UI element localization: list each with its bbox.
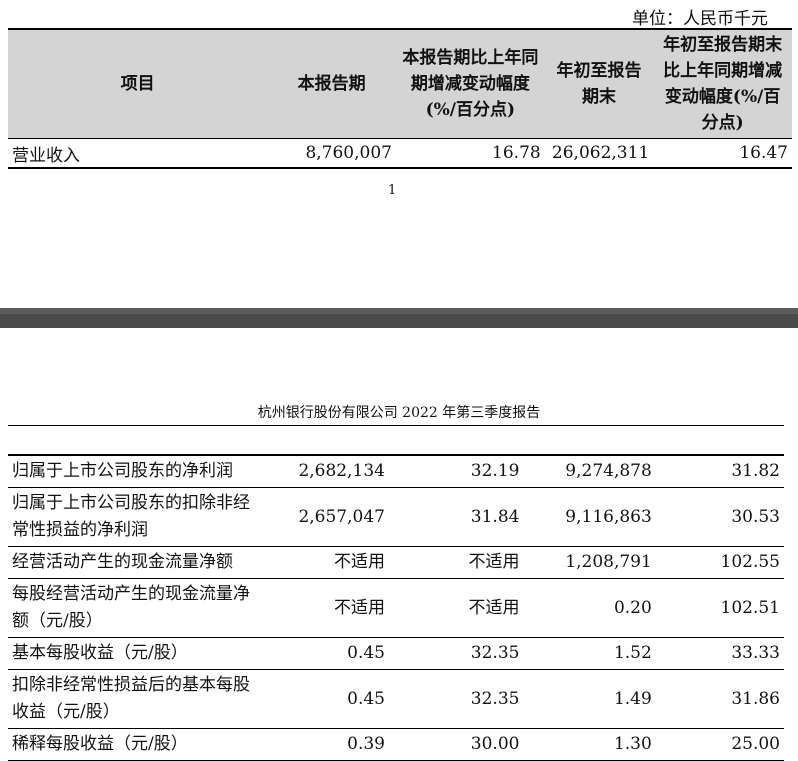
page-number: 1 <box>388 183 397 198</box>
table-row: 扣除非经常性损益后的基本每股收益（元/股） 0.45 32.35 1.49 31.86 <box>8 669 784 729</box>
page-gap-divider <box>0 308 798 328</box>
row-item: 经营活动产生的现金流量净额 <box>8 546 255 579</box>
table-row: 经营活动产生的现金流量净额 不适用 不适用 1,208,791 102.55 <box>8 546 784 579</box>
row-item: 归属于上市公司股东的净利润 <box>8 455 255 488</box>
table-row: 每股经营活动产生的现金流量净额（元/股） 不适用 不适用 0.20 102.51 <box>8 578 784 638</box>
header-ytd: 年初至报告期末 <box>544 28 654 139</box>
header-change: 本报告期比上年同期增减变动幅度(%/百分点) <box>395 28 545 139</box>
row-ytd-change: 31.82 <box>655 455 784 488</box>
table-row: 归属于上市公司股东的净利润 2,682,134 32.19 9,274,878 31.8… <box>8 455 784 488</box>
row-ytd: 9,274,878 <box>523 455 656 488</box>
row-ytd: 1,208,791 <box>523 546 656 579</box>
row-current: 0.45 <box>254 669 389 729</box>
row-current: 0.45 <box>254 637 389 670</box>
row-change: 不适用 <box>388 546 524 579</box>
row-item: 每股经营活动产生的现金流量净额（元/股） <box>8 578 255 638</box>
table-header-row: 项目 本报告期 本报告期比上年同期增减变动幅度(%/百分点) 年初至报告期末 年… <box>8 28 792 139</box>
row-ytd: 0.20 <box>523 578 656 638</box>
row-ytd: 1.49 <box>523 669 656 729</box>
row-ytd: 9,116,863 <box>523 487 656 547</box>
row-ytd-change: 25.00 <box>655 728 784 761</box>
row-change: 30.00 <box>388 728 524 761</box>
page-2: 杭州银行股份有限公司 2022 年第三季度报告 归属于上市公司股东的净利润 2,6… <box>0 328 798 761</box>
table-row: 基本每股收益（元/股） 0.45 32.35 1.52 33.33 <box>8 637 784 670</box>
row-item: 营业收入 <box>8 138 268 169</box>
row-ytd-change: 102.51 <box>655 578 784 638</box>
table-row: 营业收入 8,760,007 16.78 26,062,311 16.47 <box>8 138 792 169</box>
row-ytd: 1.30 <box>523 728 656 761</box>
row-change: 不适用 <box>388 578 524 638</box>
row-item: 扣除非经常性损益后的基本每股收益（元/股） <box>8 669 255 729</box>
row-ytd-change: 16.47 <box>653 138 792 169</box>
header-current-period: 本报告期 <box>267 28 396 139</box>
row-ytd-change: 33.33 <box>655 637 784 670</box>
row-item: 归属于上市公司股东的扣除非经常性损益的净利润 <box>8 487 255 547</box>
row-change: 32.19 <box>388 455 524 488</box>
header-item: 项目 <box>8 28 268 139</box>
header-ytd-change: 年初至报告期末比上年同期增减变动幅度(%/百分点) <box>653 28 792 139</box>
row-current: 8,760,007 <box>267 138 396 169</box>
row-item: 稀释每股收益（元/股） <box>8 728 255 761</box>
row-ytd: 26,062,311 <box>544 138 654 169</box>
revenue-table: 项目 本报告期 本报告期比上年同期增减变动幅度(%/百分点) 年初至报告期末 年… <box>8 28 792 169</box>
header-rule <box>8 425 784 426</box>
row-ytd-change: 31.86 <box>655 669 784 729</box>
row-current: 不适用 <box>254 578 389 638</box>
row-ytd: 1.52 <box>523 637 656 670</box>
row-change: 31.84 <box>388 487 524 547</box>
financial-indicators-table: 归属于上市公司股东的净利润 2,682,134 32.19 9,274,878 31.8… <box>8 454 784 761</box>
row-item: 基本每股收益（元/股） <box>8 637 255 670</box>
row-current: 0.39 <box>254 728 389 761</box>
row-current: 不适用 <box>254 546 389 579</box>
table-row: 稀释每股收益（元/股） 0.39 30.00 1.30 25.00 <box>8 728 784 761</box>
page-1: 单位：人民币千元 项目 本报告期 本报告期比上年同期增减变动幅度(%/百分点) … <box>0 0 798 308</box>
row-ytd-change: 102.55 <box>655 546 784 579</box>
row-change: 32.35 <box>388 669 524 729</box>
row-change: 32.35 <box>388 637 524 670</box>
report-header: 杭州银行股份有限公司 2022 年第三季度报告 <box>257 405 541 421</box>
row-ytd-change: 30.53 <box>655 487 784 547</box>
row-change: 16.78 <box>395 138 545 169</box>
unit-label: 单位：人民币千元 <box>632 9 768 29</box>
row-current: 2,657,047 <box>254 487 389 547</box>
table-row: 归属于上市公司股东的扣除非经常性损益的净利润 2,657,047 31.84 9,11… <box>8 487 784 547</box>
row-current: 2,682,134 <box>254 455 389 488</box>
